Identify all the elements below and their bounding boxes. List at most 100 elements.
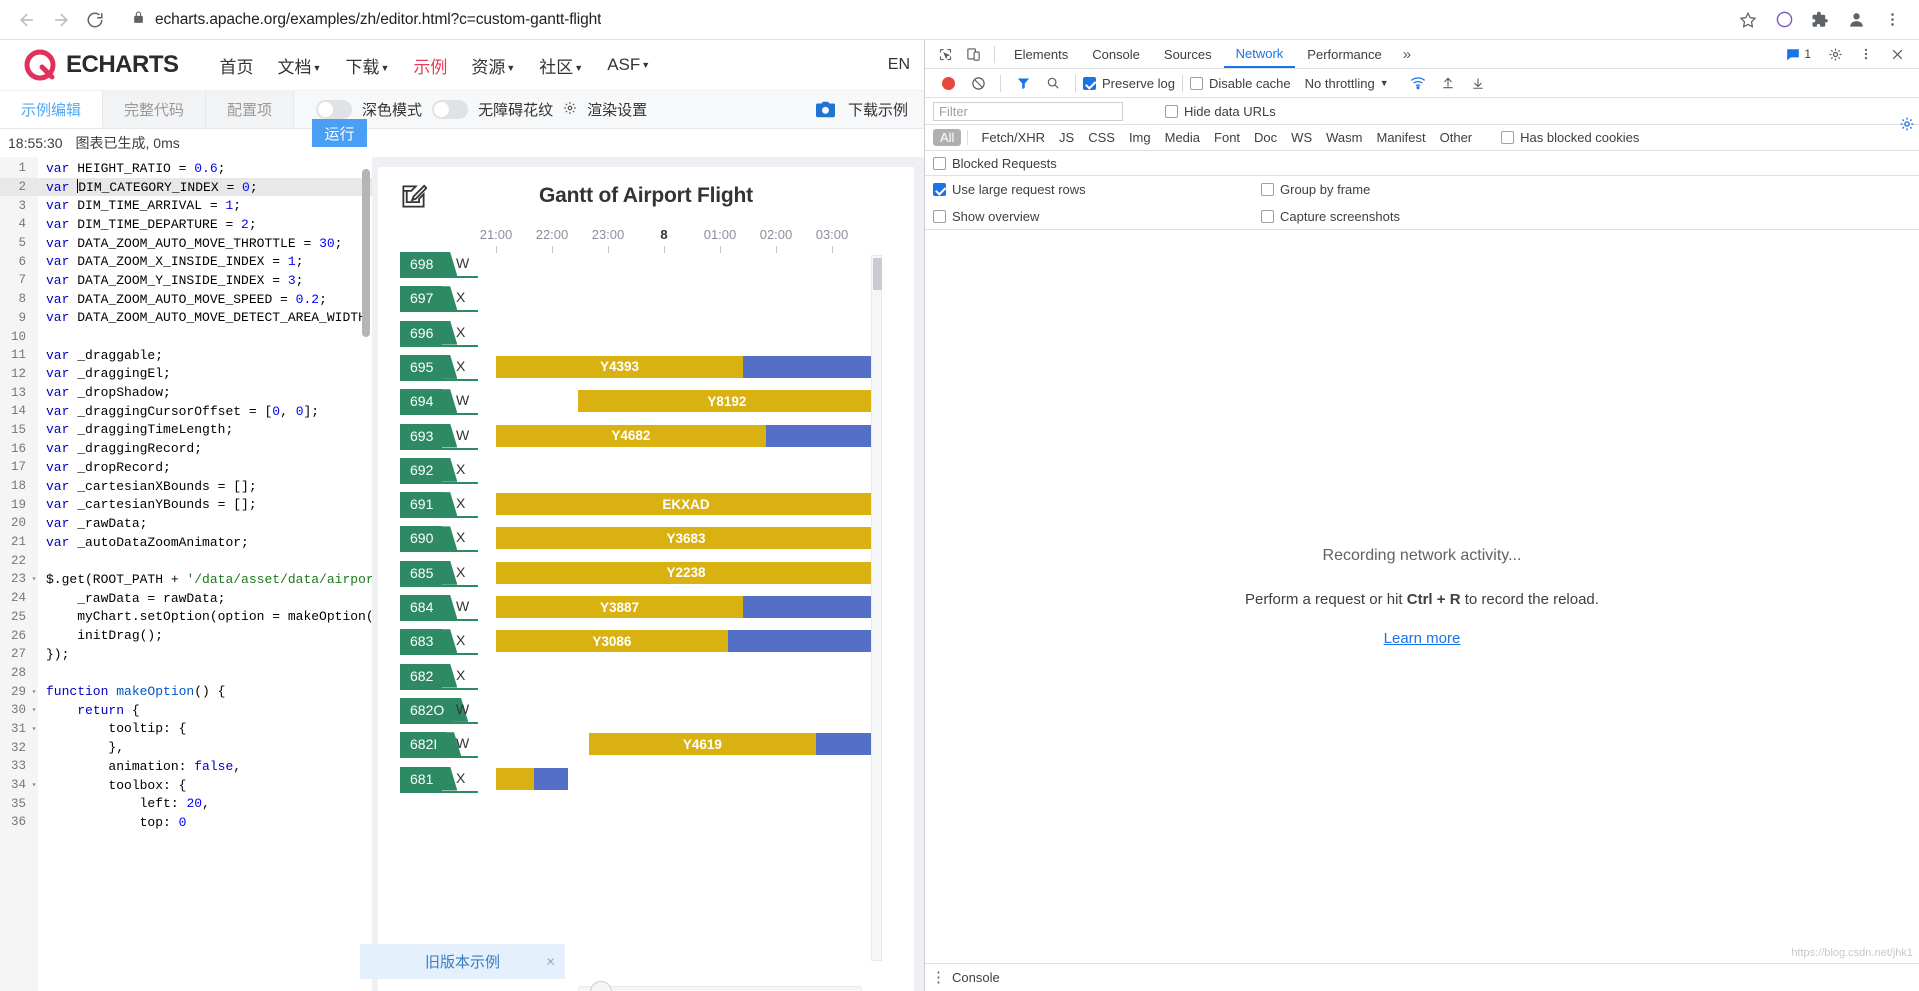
filter-icon[interactable] [1008,70,1038,96]
back-arrow-icon[interactable] [10,3,44,37]
type-chip-img[interactable]: Img [1122,129,1158,146]
dark-mode-toggle[interactable] [316,100,353,119]
group-by-frame-control[interactable]: Group by frame [1261,182,1370,197]
code-line[interactable]: 5 var DATA_ZOOM_AUTO_MOVE_THROTTLE = 30; [0,234,372,253]
address-bar[interactable]: echarts.apache.org/examples/zh/editor.ht… [120,5,1727,34]
gear-icon[interactable] [1821,41,1849,67]
gantt-bar[interactable]: Y3683 [496,527,876,550]
capture-screenshots-checkbox[interactable] [1261,209,1274,223]
tab-sources[interactable]: Sources [1152,40,1224,68]
gantt-row[interactable]: 692 X [378,457,914,484]
gantt-bar[interactable]: Y4393 [496,355,876,378]
device-toolbar-icon[interactable] [959,41,987,67]
blocked-requests-checkbox[interactable] [933,156,946,170]
fold-marker[interactable]: ▾ [30,705,38,715]
gantt-category-tag[interactable]: 691 [400,492,443,517]
gantt-category-tag[interactable]: 697 [400,286,443,311]
nav-item-resources[interactable]: 资源▼ [463,49,523,82]
code-line[interactable]: 11 var _draggable; [0,346,372,365]
chart-vertical-scrollbar-thumb[interactable] [873,258,882,290]
gantt-row[interactable]: 684 W Y3887 [378,595,914,621]
type-chip-fetch-xhr[interactable]: Fetch/XHR [974,129,1052,146]
gantt-category-tag[interactable]: 690 [400,526,443,551]
code-line[interactable]: 6 var DATA_ZOOM_X_INSIDE_INDEX = 1; [0,252,372,271]
kebab-menu-icon[interactable]: ⋮ [931,970,946,985]
code-line[interactable]: 17 var _dropRecord; [0,458,372,477]
render-settings-label[interactable]: 渲染设置 [587,99,647,120]
gantt-bar[interactable] [496,767,569,790]
gantt-row[interactable]: 698 W [378,252,914,278]
code-line[interactable]: 29 ▾ function makeOption() { [0,682,372,701]
download-icon[interactable] [1463,70,1493,96]
gantt-category-tag[interactable]: 682O [400,697,454,722]
editor-scrollbar[interactable] [362,157,370,991]
code-line[interactable]: 16 var _draggingRecord; [0,439,372,458]
code-line[interactable]: 8 var DATA_ZOOM_AUTO_MOVE_SPEED = 0.2; [0,290,372,309]
gantt-category-tag[interactable]: 683 [400,629,443,654]
wifi-icon[interactable] [1403,70,1433,96]
gantt-category-tag[interactable]: 682I [400,732,447,757]
code-line[interactable]: 12 var _draggingEl; [0,365,372,384]
disable-cache-checkbox[interactable] [1189,76,1203,90]
code-line[interactable]: 1 var HEIGHT_RATIO = 0.6; [0,159,372,178]
gantt-category-tag[interactable]: 684 [400,595,443,619]
code-line[interactable]: 31 ▾ tooltip: { [0,720,372,739]
gantt-bar[interactable]: Y3887 [496,596,876,618]
gantt-row[interactable]: 683 X Y3086 [378,629,914,656]
gantt-category-tag[interactable]: 698 [400,252,443,276]
code-line[interactable]: 21 var _autoDataZoomAnimator; [0,533,372,552]
drawer-tab-console[interactable]: Console [952,970,1000,985]
gantt-category-tag[interactable]: 682 [400,663,443,688]
nav-item-docs[interactable]: 文档▼ [270,49,330,82]
code-line[interactable]: 18 var _cartesianXBounds = []; [0,477,372,496]
preserve-log-row[interactable]: Preserve log [1083,76,1175,91]
capture-screenshots-control[interactable]: Capture screenshots [1261,209,1400,224]
edit-pencil-icon[interactable] [400,183,428,215]
search-icon[interactable] [1038,70,1068,96]
message-count-badge[interactable]: 1 [1779,47,1818,61]
chart-horizontal-datazoom[interactable] [578,986,862,991]
code-line[interactable]: 30 ▾ return { [0,701,372,720]
upload-icon[interactable] [1433,70,1463,96]
code-line[interactable]: 14 var _draggingCursorOffset = [0, 0]; [0,402,372,421]
tab-network[interactable]: Network [1223,40,1296,68]
type-chip-other[interactable]: Other [1433,129,1480,146]
star-icon[interactable] [1737,9,1759,31]
forward-arrow-icon[interactable] [44,3,78,37]
echarts-logo[interactable]: ECHARTS [22,47,179,83]
kebab-menu-icon[interactable] [1881,9,1903,31]
old-version-toast[interactable]: 旧版本示例 × [360,944,565,979]
account-icon[interactable] [1845,9,1867,31]
code-line[interactable]: 9 var DATA_ZOOM_AUTO_MOVE_DETECT_AREA_WID… [0,309,372,328]
gantt-row[interactable]: 690 X Y3683 [378,526,914,553]
tab-full-code[interactable]: 完整代码 [103,91,207,128]
download-example-button[interactable]: 下载示例 [848,99,908,120]
type-chip-manifest[interactable]: Manifest [1369,129,1432,146]
gantt-row[interactable]: 694 W Y8192 [378,389,914,416]
network-settings-icon[interactable] [1899,116,1915,132]
type-chip-font[interactable]: Font [1207,129,1247,146]
tab-elements[interactable]: Elements [1002,40,1080,68]
code-line[interactable]: 24 _rawData = rawData; [0,589,372,608]
gantt-bar[interactable]: Y2238 [496,561,876,584]
kebab-menu-icon[interactable] [1852,41,1880,67]
hide-data-urls-checkbox[interactable] [1165,104,1178,118]
code-line[interactable]: 35 left: 20, [0,794,372,813]
profile-circle-icon[interactable] [1773,9,1795,31]
gantt-category-tag[interactable]: 692 [400,457,443,482]
type-chip-doc[interactable]: Doc [1247,129,1284,146]
nav-item-community[interactable]: 社区▼ [531,49,591,82]
code-line[interactable]: 34 ▾ toolbox: { [0,776,372,795]
learn-more-link[interactable]: Learn more [1384,630,1461,647]
chevron-double-right-icon[interactable]: » [1394,46,1420,63]
fold-marker[interactable]: ▾ [30,574,38,584]
code-line[interactable]: 36 top: 0 [0,813,372,832]
disable-cache-row[interactable]: Disable cache [1189,76,1291,91]
gantt-row[interactable]: 696 X [378,320,914,347]
close-icon[interactable] [1883,41,1911,67]
language-switch[interactable]: EN [888,56,910,74]
use-large-rows-control[interactable]: Use large request rows [933,182,1086,197]
close-icon[interactable]: × [546,953,555,970]
gantt-bar[interactable]: Y4682 [496,424,876,447]
type-chip-media[interactable]: Media [1158,129,1207,146]
